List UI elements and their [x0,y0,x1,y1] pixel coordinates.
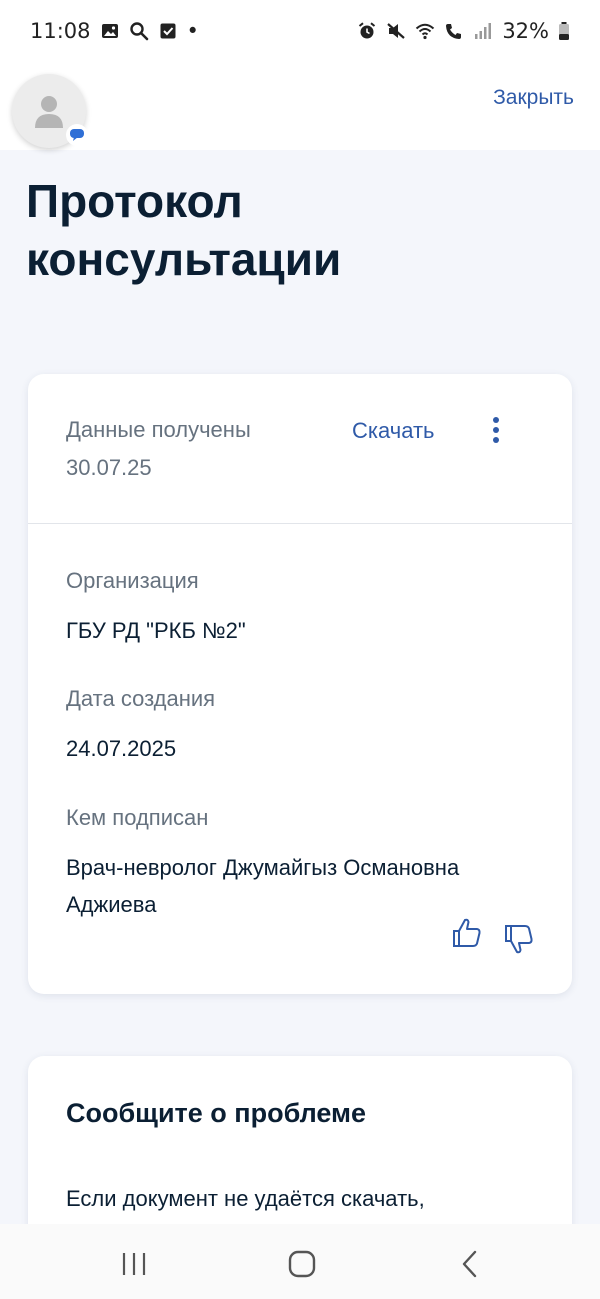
wifi-call-icon [446,24,462,39]
checkbox-icon [160,23,176,39]
download-button[interactable]: Скачать [352,418,435,444]
recent-apps-icon[interactable] [114,1248,154,1280]
back-icon[interactable] [450,1248,490,1280]
chat-badge-icon [66,124,88,146]
signed-by-label: Кем подписан [66,805,209,830]
document-card: Данные получены 30.07.25 Скачать Организ… [28,374,572,994]
status-bar-right: 32% [357,19,570,43]
report-problem-text: Если документ не удаётся скачать, [66,1186,425,1211]
created-date-field: Дата создания 24.07.2025 [66,686,536,767]
wifi-icon [416,23,435,40]
search-icon [129,22,148,41]
document-card-header: Данные получены 30.07.25 Скачать [28,374,572,524]
page-title-line2: консультации [26,233,342,285]
page-title-line1: Протокол [26,175,243,227]
home-icon[interactable] [282,1248,322,1280]
more-options-icon[interactable] [486,414,506,446]
system-navigation-bar [0,1224,600,1299]
received-date: 30.07.25 [66,455,152,480]
organization-field: Организация ГБУ РД "РКБ №2" [66,568,536,649]
organization-value: ГБУ РД "РКБ №2" [66,618,246,643]
close-button[interactable]: Закрыть [493,86,574,110]
signed-by-value: Врач-невролог Джумайгыз Османовна Аджиев… [66,855,460,917]
signed-by-field: Кем подписан Врач-невролог Джумайгыз Осм… [66,805,536,923]
mute-icon [387,23,406,39]
battery-percent: 32% [502,19,549,43]
alarm-icon [359,22,376,39]
status-dot: • [186,19,199,43]
image-icon [101,24,118,38]
thumbs-down-icon[interactable] [502,922,536,956]
page-title: Протокол консультации [26,172,566,288]
user-icon [35,96,63,128]
avatar-button[interactable] [12,74,90,152]
report-problem-title: Сообщите о проблеме [66,1098,367,1128]
organization-label: Организация [66,568,199,593]
status-bar-left: 11:08 • [30,19,199,43]
created-date-value: 24.07.2025 [66,736,177,761]
top-app-bar: Закрыть [0,62,600,150]
status-bar: 11:08 • 32% [0,0,600,62]
status-time: 11:08 [30,19,91,43]
thumbs-up-icon[interactable] [450,916,484,950]
signal-icon [475,23,492,39]
received-label: Данные получены [66,417,251,442]
battery-icon [559,22,569,40]
created-date-label: Дата создания [66,686,216,711]
